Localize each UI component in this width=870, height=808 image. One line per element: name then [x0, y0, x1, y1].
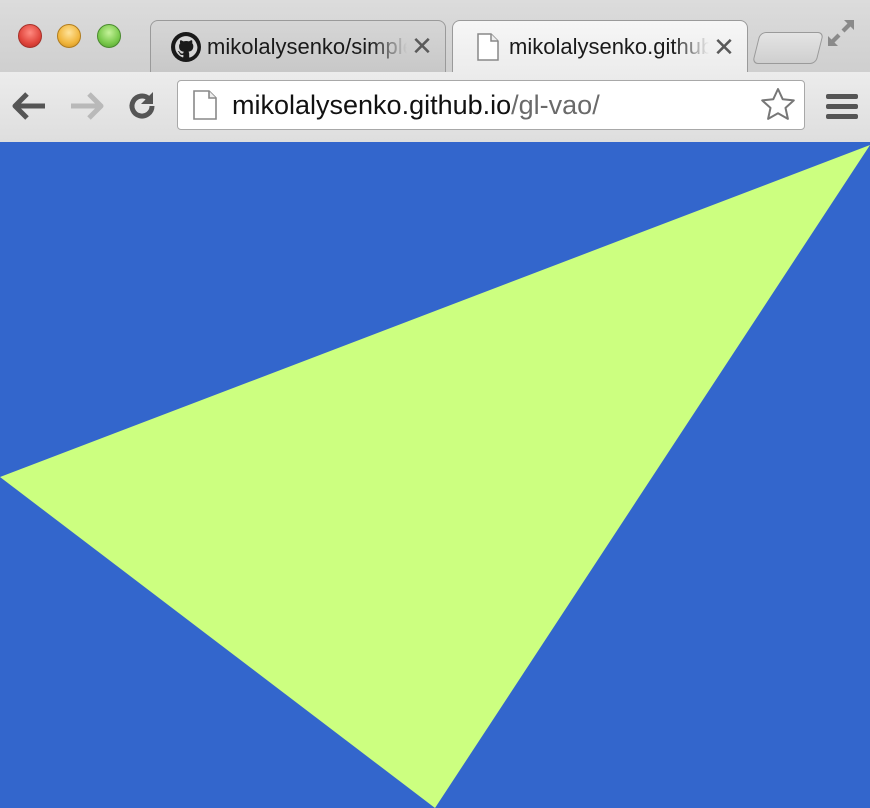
fullscreen-icon[interactable]	[824, 16, 858, 50]
tab-close-icon[interactable]: ✕	[709, 32, 739, 63]
tab-github[interactable]: mikolalysenko/simple- ✕	[150, 20, 446, 72]
tab-gl-vao[interactable]: mikolalysenko.github.io/gl-vao/ ✕	[452, 20, 748, 73]
tab-close-icon[interactable]: ✕	[407, 31, 437, 62]
address-bar[interactable]: mikolalysenko.github.io/gl-vao/	[177, 80, 805, 130]
page-icon	[473, 32, 503, 62]
back-arrow-icon[interactable]	[10, 86, 50, 126]
window-zoom-button[interactable]	[97, 24, 121, 48]
url-path: /gl-vao/	[511, 89, 600, 120]
reload-icon[interactable]	[122, 86, 162, 126]
window-minimize-button[interactable]	[57, 24, 81, 48]
forward-arrow-icon[interactable]	[66, 86, 106, 126]
tab-title: mikolalysenko.github.io/gl-vao/	[509, 34, 709, 59]
webgl-canvas[interactable]	[0, 142, 870, 808]
toolbar: mikolalysenko.github.io/gl-vao/	[0, 72, 870, 142]
url-host: mikolalysenko.github.io	[232, 89, 512, 120]
page-info-icon[interactable]	[192, 89, 218, 121]
github-icon	[171, 31, 201, 62]
tab-strip: mikolalysenko/simple- ✕ mikolalysenko.gi…	[0, 0, 870, 73]
hamburger-menu-icon[interactable]	[822, 86, 862, 126]
star-icon[interactable]	[758, 85, 798, 125]
tab-title: mikolalysenko/simple-	[207, 33, 407, 59]
window-close-button[interactable]	[18, 24, 42, 48]
url-text[interactable]: mikolalysenko.github.io/gl-vao/	[232, 90, 758, 121]
browser-chrome: mikolalysenko/simple- ✕ mikolalysenko.gi…	[0, 0, 870, 143]
new-tab-button[interactable]	[752, 32, 824, 64]
